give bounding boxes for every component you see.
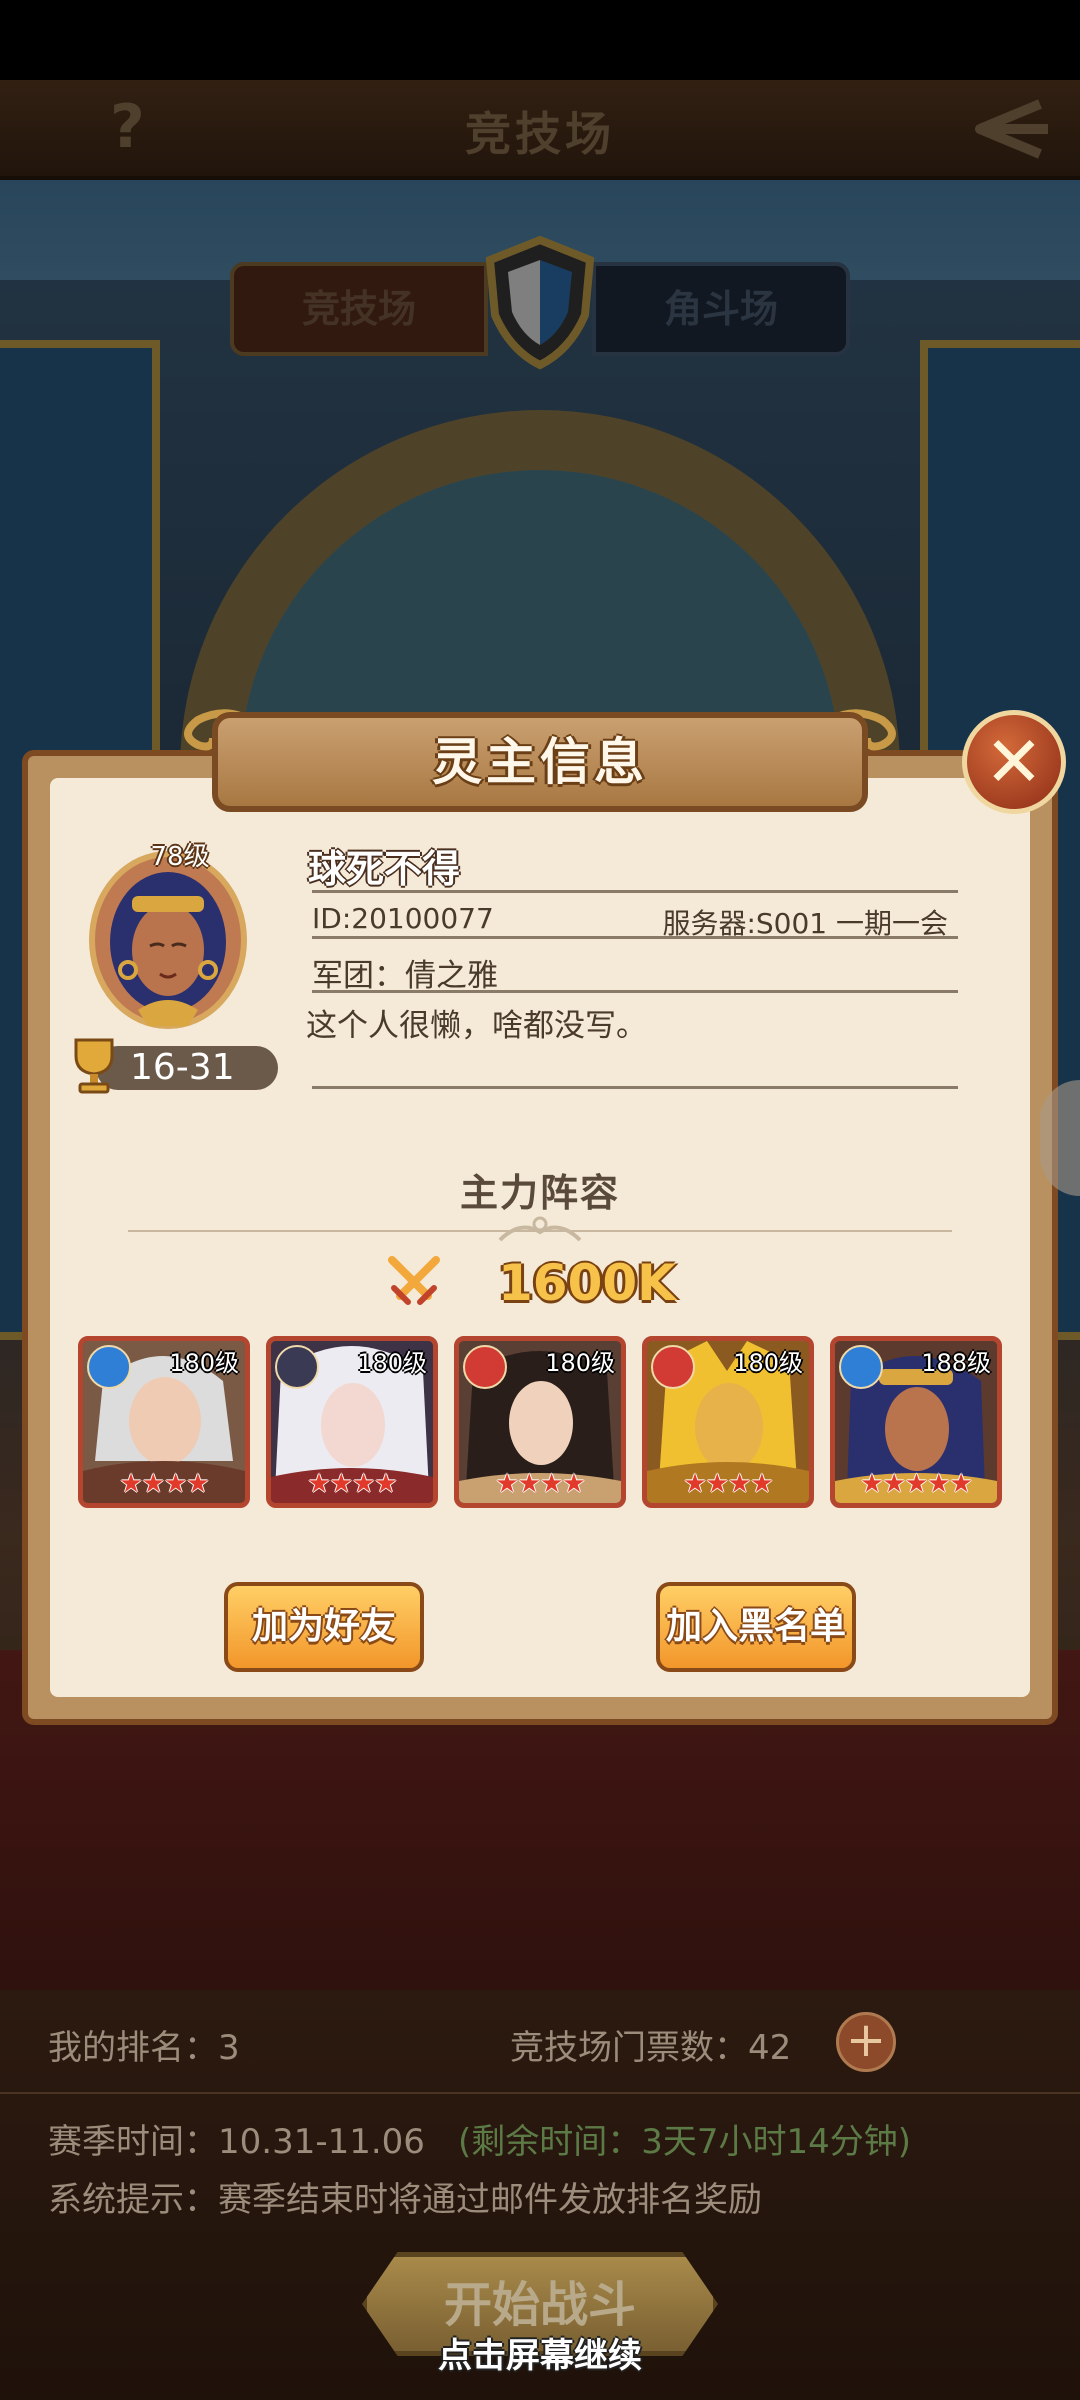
hero-card[interactable]: 180级 ★★★★ bbox=[78, 1336, 250, 1508]
trophy-icon bbox=[74, 1038, 114, 1094]
hero-stars: ★★★★ bbox=[683, 1469, 773, 1499]
fire-element-icon bbox=[651, 1345, 695, 1389]
rank-badge: 16-31 bbox=[96, 1046, 278, 1090]
hero-card[interactable]: 188级 ★★★★★ bbox=[830, 1336, 1002, 1508]
divider-line bbox=[312, 1086, 958, 1089]
hero-card[interactable]: 180级 ★★★★ bbox=[266, 1336, 438, 1508]
divider-line bbox=[312, 890, 958, 893]
hero-level: 180级 bbox=[169, 1349, 239, 1377]
player-guild: 军团：倩之雅 bbox=[312, 958, 498, 994]
divider-ornament-icon bbox=[498, 1216, 582, 1242]
combat-power: 1600K bbox=[498, 1254, 676, 1312]
hero-stars: ★★★★★ bbox=[860, 1469, 973, 1499]
blacklist-button[interactable]: 加入黑名单 bbox=[656, 1582, 856, 1672]
hero-card[interactable]: 180级 ★★★★ bbox=[642, 1336, 814, 1508]
hero-level: 188级 bbox=[921, 1349, 991, 1377]
remaining-time: (剩余时间：3天7小时14分钟) bbox=[458, 2122, 912, 2162]
start-battle-label: 开始战斗 bbox=[443, 2277, 636, 2333]
add-ticket-button[interactable]: + bbox=[836, 2012, 896, 2072]
side-panel-handle[interactable] bbox=[1040, 1080, 1080, 1196]
player-id: ID:20100077 bbox=[312, 902, 494, 935]
dark-element-icon bbox=[275, 1345, 319, 1389]
hero-stars: ★★★★ bbox=[307, 1469, 397, 1499]
player-signature: 这个人很懒，啥都没写。 bbox=[306, 1008, 647, 1044]
water-element-icon bbox=[839, 1345, 883, 1389]
hero-card[interactable]: 180级 ★★★★ bbox=[454, 1336, 626, 1508]
divider-line bbox=[312, 936, 958, 939]
hero-level: 180级 bbox=[545, 1349, 615, 1377]
close-button[interactable]: ✕ bbox=[962, 710, 1066, 814]
add-friend-label: 加为好友 bbox=[251, 1606, 396, 1647]
water-element-icon bbox=[87, 1345, 131, 1389]
my-rank: 我的排名：3 bbox=[48, 2028, 240, 2068]
player-avatar[interactable] bbox=[88, 850, 248, 1030]
blacklist-label: 加入黑名单 bbox=[665, 1606, 846, 1647]
system-tip: 系统提示：赛季结束时将通过邮件发放排名奖励 bbox=[48, 2180, 762, 2220]
lineup-title: 主力阵容 bbox=[459, 1171, 620, 1215]
fire-element-icon bbox=[463, 1345, 507, 1389]
season-time: 赛季时间：10.31-11.06 bbox=[48, 2122, 425, 2162]
dialog-title-plate: 灵主信息 bbox=[212, 712, 868, 812]
player-name: 球死不得 bbox=[308, 847, 461, 891]
hero-stars: ★★★★ bbox=[119, 1469, 209, 1499]
divider-line bbox=[0, 2092, 1080, 2094]
add-friend-button[interactable]: 加为好友 bbox=[224, 1582, 424, 1672]
close-icon: ✕ bbox=[984, 721, 1044, 803]
hero-level: 180级 bbox=[733, 1349, 803, 1377]
rank-value: 16-31 bbox=[130, 1047, 235, 1088]
ticket-count: 竞技场门票数：42 bbox=[510, 2028, 792, 2068]
hero-stars: ★★★★ bbox=[495, 1469, 585, 1499]
crossed-swords-icon bbox=[388, 1256, 440, 1305]
divider-line bbox=[312, 990, 958, 993]
tap-to-continue-hint[interactable]: 点击屏幕继续 bbox=[0, 2328, 1080, 2377]
hero-level: 180级 bbox=[357, 1349, 427, 1377]
player-level: 78级 bbox=[150, 842, 210, 872]
dialog-title: 灵主信息 bbox=[432, 733, 648, 791]
